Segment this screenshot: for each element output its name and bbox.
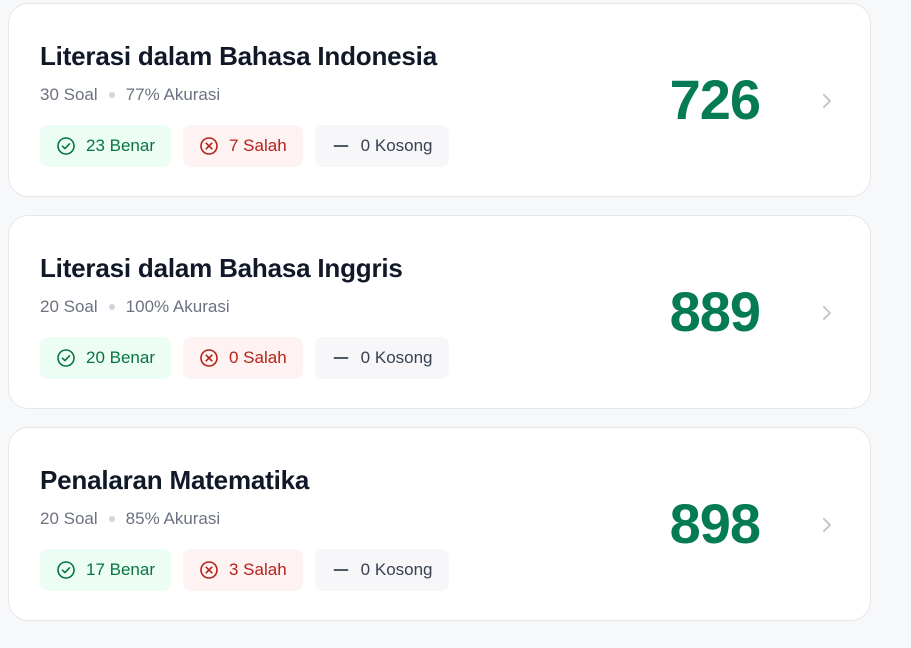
subject-score: 898 [669,492,761,555]
correct-count: 17 Benar [86,560,155,579]
empty-badge: 0 Kosong [314,337,449,379]
wrong-count: 0 Salah [229,348,287,367]
wrong-badge: 7 Salah [183,125,303,167]
wrong-count: 7 Salah [229,136,287,155]
correct-badge: 17 Benar [40,549,171,591]
empty-badge: 0 Kosong [314,125,449,167]
x-circle-icon [200,137,218,155]
chevron-right-icon[interactable] [818,89,836,113]
wrong-count: 3 Salah [229,560,287,579]
check-circle-icon [57,561,75,579]
x-circle-icon [200,349,218,367]
check-circle-icon [57,137,75,155]
accuracy-label: 77% Akurasi [125,85,221,104]
separator-dot [108,516,115,522]
accuracy-label: 85% Akurasi [125,509,221,528]
subject-meta: 30 Soal 77% Akurasi [40,85,220,105]
separator-dot [108,92,115,98]
answer-stats: 17 Benar 3 Salah 0 Kosong [40,549,449,591]
subject-score-list: Literasi dalam Bahasa Indonesia 30 Soal … [8,3,871,639]
correct-badge: 23 Benar [40,125,171,167]
subject-card[interactable]: Literasi dalam Bahasa Inggris 20 Soal 10… [8,215,871,409]
wrong-badge: 0 Salah [183,337,303,379]
accuracy-label: 100% Akurasi [125,297,230,316]
subject-title: Literasi dalam Bahasa Inggris [40,253,403,283]
correct-count: 20 Benar [86,348,155,367]
chevron-right-icon[interactable] [818,513,836,537]
answer-stats: 23 Benar 7 Salah 0 Kosong [40,125,449,167]
empty-count: 0 Kosong [360,136,433,155]
wrong-badge: 3 Salah [183,549,303,591]
subject-score: 726 [669,68,761,131]
answer-stats: 20 Benar 0 Salah 0 Kosong [40,337,449,379]
subject-title: Literasi dalam Bahasa Indonesia [40,41,437,71]
subject-card[interactable]: Penalaran Matematika 20 Soal 85% Akurasi… [8,427,871,621]
check-circle-icon [57,349,75,367]
subject-meta: 20 Soal 100% Akurasi [40,297,230,317]
minus-icon [333,357,349,359]
subject-meta: 20 Soal 85% Akurasi [40,509,220,529]
question-count: 20 Soal [40,509,98,528]
empty-badge: 0 Kosong [314,549,449,591]
empty-count: 0 Kosong [360,348,433,367]
separator-dot [108,304,115,310]
chevron-right-icon[interactable] [818,301,836,325]
minus-icon [333,569,349,571]
subject-card[interactable]: Literasi dalam Bahasa Indonesia 30 Soal … [8,3,871,197]
empty-count: 0 Kosong [360,560,433,579]
correct-count: 23 Benar [86,136,155,155]
x-circle-icon [200,561,218,579]
question-count: 20 Soal [40,297,98,316]
subject-title: Penalaran Matematika [40,465,310,495]
subject-score: 889 [669,280,761,343]
question-count: 30 Soal [40,85,98,104]
minus-icon [333,145,349,147]
correct-badge: 20 Benar [40,337,171,379]
